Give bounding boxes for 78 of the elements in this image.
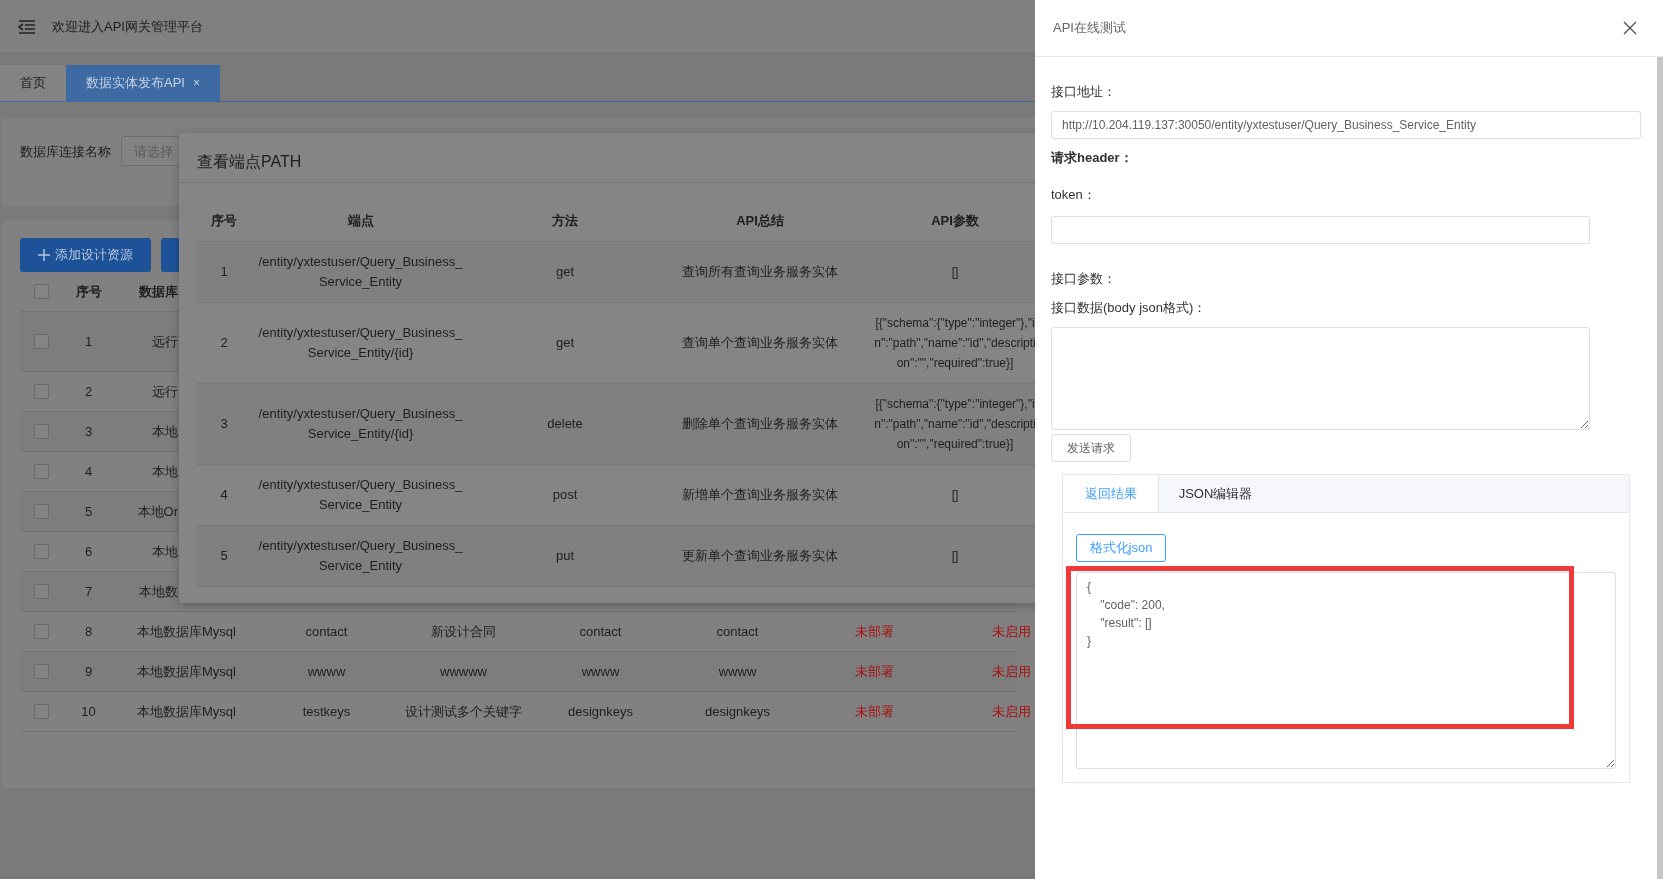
table-cell-text: 4 [83, 464, 94, 479]
table-cell-text: 查询单个查询业务服务实体 [681, 334, 839, 352]
table-cell-text: 7 [83, 584, 94, 599]
table-cell-text: wwww [717, 664, 758, 679]
field-label: 接口地址： [1051, 83, 1116, 101]
section-label: 请求header： [1051, 149, 1133, 167]
table-cell-text: 6 [83, 544, 94, 559]
table-cell-text: 本地数据库Mysql [136, 702, 237, 721]
status-text: 未启用 [991, 622, 1032, 641]
status-text: 未部署 [854, 702, 895, 721]
column-header: 序号 [74, 282, 103, 301]
drawer-title: API在线测试 [1053, 19, 1126, 37]
table-cell-text: 远行 [151, 382, 178, 401]
table-cell-text: 新增单个查询业务服务实体 [681, 486, 839, 504]
table-cell-text: designkeys [566, 704, 634, 719]
table-cell-text: 2 [219, 334, 229, 352]
column-header: 序号 [210, 211, 238, 230]
table-cell-text: 4 [219, 486, 229, 504]
table-cell-text: 新设计合同 [430, 622, 497, 641]
column-header: 端点 [346, 211, 375, 230]
status-text: 未部署 [854, 622, 895, 641]
table-cell-text: /entity/yxtestuser/Query_Business_ Service_Entity [257, 253, 464, 291]
table-cell-text: /entity/yxtestuser/Query_Business_ Service_Entity [257, 476, 464, 514]
table-cell-text: 1 [219, 263, 229, 281]
table-cell-text: 5 [219, 547, 229, 565]
table-cell-text: 本地数据库Mysql [136, 662, 237, 681]
table-cell-text: 3 [219, 415, 229, 433]
table-cell-text: 查询所有查询业务服务实体 [681, 263, 839, 281]
table-cell-text: 5 [83, 504, 94, 519]
page-title: 欢迎进入API网关管理平台 [52, 17, 203, 36]
table-cell-text: [{"schema":{"type":"integer"},"i n":"path","name":"id","descripti on":"","required":true}] [873, 396, 1035, 453]
table-cell-text: 8 [83, 624, 94, 639]
column-header: 数据库 [138, 282, 178, 301]
table-cell-text: 本地 [151, 422, 178, 441]
table-cell-text: contact [715, 624, 760, 639]
table-cell-text: get [554, 334, 576, 352]
table-cell-text: [] [950, 548, 960, 565]
table-cell-text: 删除单个查询业务服务实体 [681, 415, 839, 433]
table-cell-text: 2 [83, 384, 94, 399]
table-cell-text: 更新单个查询业务服务实体 [681, 547, 839, 565]
table-cell-text: 本地 [151, 542, 178, 561]
table-cell-text: post [551, 486, 579, 504]
column-header: API参数 [930, 211, 980, 230]
table-cell-text: put [554, 547, 576, 565]
table-cell-text: 10 [80, 704, 97, 719]
table-cell-text: delete [546, 415, 584, 433]
field-label: 数据库连接名称 [20, 143, 111, 161]
table-cell-text: 设计测试多个关键字 [404, 702, 523, 721]
table-cell-text: 本地 [151, 462, 178, 481]
table-cell-text: get [554, 263, 576, 281]
table-cell-text: wwwww [439, 664, 488, 679]
table-cell-text: /entity/yxtestuser/Query_Business_ Service_Entity/{id} [257, 405, 464, 443]
status-text: 未启用 [991, 662, 1032, 681]
table-cell-text: 本地数 [138, 582, 178, 601]
table-cell-text: /entity/yxtestuser/Query_Business_ Service_Entity [257, 537, 464, 575]
table-cell-text: 9 [83, 664, 94, 679]
table-cell-text: [{"schema":{"type":"integer"},"i n":"path","name":"id","descripti on":"","required":true}] [873, 315, 1035, 372]
section-label: 接口参数： [1051, 270, 1116, 288]
column-header: 方法 [551, 211, 579, 230]
table-cell-text: 远行 [151, 332, 178, 351]
table-cell-text: 本地数据库Mysql [136, 622, 237, 641]
table-cell-text: 1 [83, 334, 94, 349]
table-cell-text: wwww [580, 664, 621, 679]
table-cell-text: contact [578, 624, 623, 639]
status-text: 未启用 [991, 702, 1032, 721]
table-cell-text: /entity/yxtestuser/Query_Business_ Service_Entity/{id} [257, 324, 464, 362]
table-cell-text: designkeys [703, 704, 771, 719]
field-label: 接口数据(body json格式)： [1051, 299, 1207, 317]
field-label: token： [1051, 186, 1096, 204]
table-cell-text: wwww [306, 664, 347, 679]
table-cell-text: [] [950, 487, 960, 504]
table-cell-text: [] [950, 264, 960, 281]
column-header: API总结 [735, 211, 785, 230]
table-cell-text: testkeys [301, 704, 352, 719]
status-text: 未部署 [854, 662, 895, 681]
table-cell-text: 本地Or [136, 502, 178, 521]
table-cell-text: 3 [83, 424, 94, 439]
table-cell-text: contact [304, 624, 349, 639]
